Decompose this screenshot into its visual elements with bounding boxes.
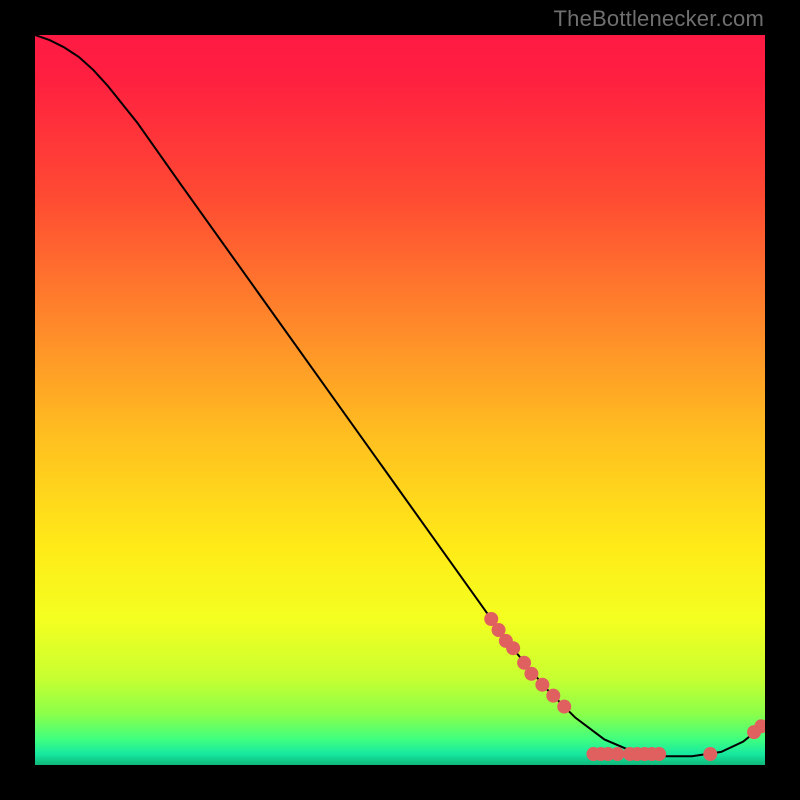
data-marker <box>506 641 520 655</box>
chart-stage: TheBottlenecker.com <box>0 0 800 800</box>
bottleneck-chart <box>35 35 765 765</box>
watermark-label: TheBottlenecker.com <box>554 6 764 32</box>
data-marker <box>652 747 666 761</box>
gradient-background <box>35 35 765 765</box>
data-marker <box>546 689 560 703</box>
data-marker <box>611 747 625 761</box>
data-marker <box>557 700 571 714</box>
data-marker <box>535 678 549 692</box>
data-marker <box>524 667 538 681</box>
data-marker <box>703 747 717 761</box>
